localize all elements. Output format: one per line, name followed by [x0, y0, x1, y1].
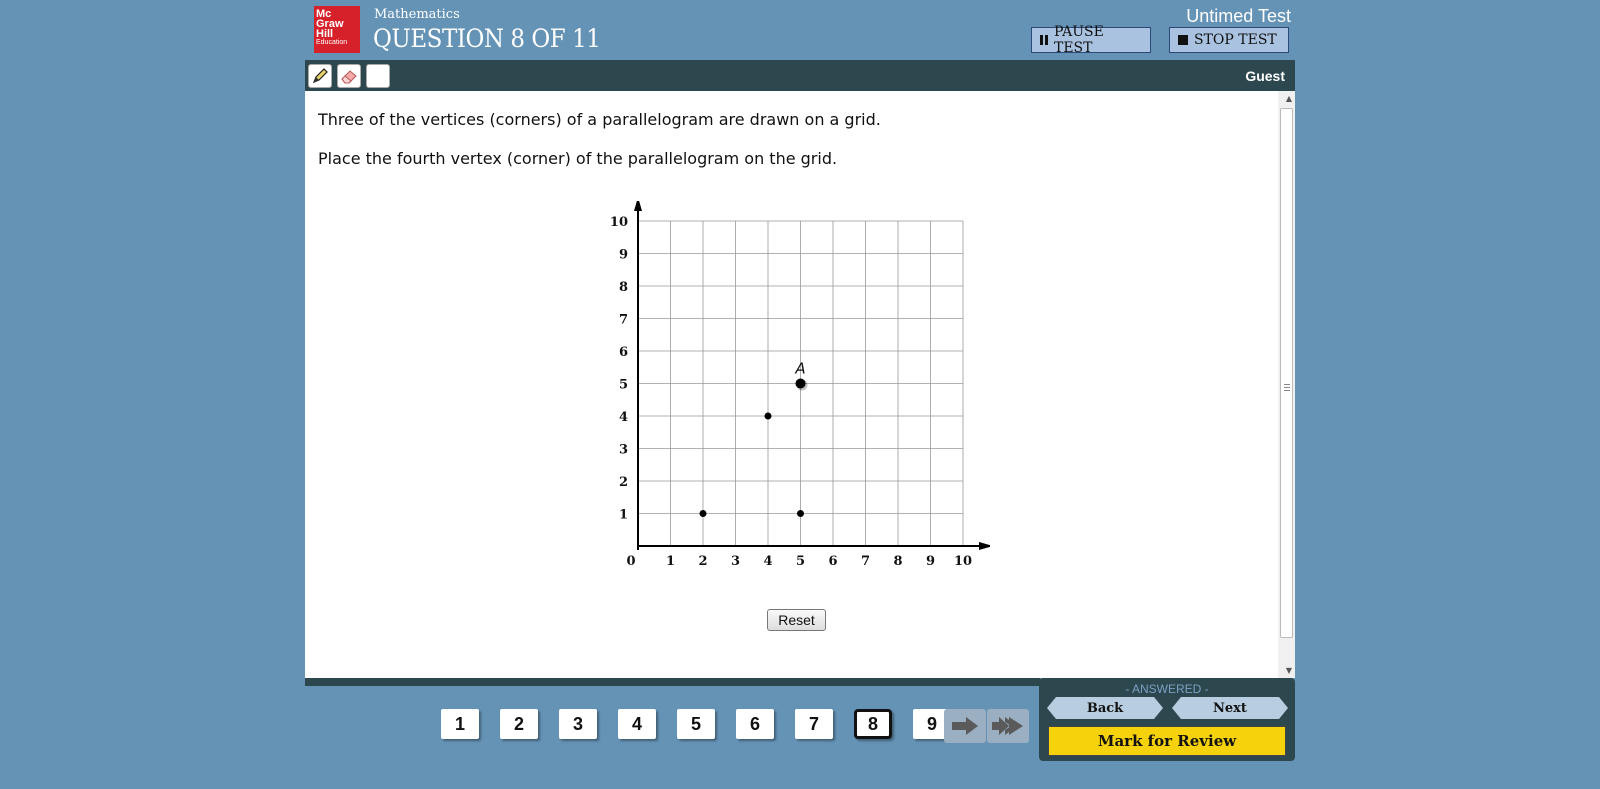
content-bottom-bar	[305, 678, 1040, 686]
double-arrow-right-icon	[992, 717, 1023, 735]
x-tick-label: 4	[763, 554, 772, 569]
pause-test-label: PAUSE TEST	[1054, 24, 1104, 56]
y-tick-label: 2	[619, 475, 628, 490]
x-axis-arrow-icon	[979, 542, 990, 550]
question-title: QUESTION 8 OF 11	[373, 24, 601, 53]
question-nav-5[interactable]: 5	[677, 709, 715, 739]
y-tick-label: 10	[610, 215, 628, 230]
next-button[interactable]: Next	[1172, 697, 1288, 719]
logo-line-4: Education	[316, 39, 348, 46]
eraser-tool-button[interactable]	[337, 64, 361, 88]
y-tick-label: 1	[619, 508, 628, 523]
mark-for-review-button[interactable]: Mark for Review	[1048, 726, 1286, 756]
subject-label: Mathematics	[374, 7, 460, 22]
x-tick-label: 3	[731, 554, 740, 569]
back-button[interactable]: Back	[1047, 697, 1163, 719]
scroll-up-icon[interactable]: ▲	[1286, 94, 1292, 103]
question-nav-2[interactable]: 2	[500, 709, 538, 739]
last-page-arrow-button[interactable]	[987, 709, 1029, 743]
x-tick-label: 8	[893, 554, 902, 569]
timer-text: Untimed Test	[1186, 6, 1291, 26]
x-tick-label: 9	[926, 554, 935, 569]
stop-test-button[interactable]: STOP TEST	[1169, 27, 1289, 53]
pencil-tool-button[interactable]	[308, 64, 332, 88]
y-tick-label: 3	[619, 443, 628, 458]
stop-test-label: STOP TEST	[1194, 32, 1277, 48]
y-tick-label: 8	[619, 280, 628, 295]
question-prompt-1: Three of the vertices (corners) of a par…	[318, 110, 881, 129]
logo-line-3: Hill	[316, 28, 334, 40]
x-tick-label: 5	[796, 554, 805, 569]
x-tick-label: 0	[626, 554, 635, 569]
x-tick-label: 6	[828, 554, 837, 569]
tool-bar: Guest	[305, 60, 1295, 91]
vertex-point	[764, 412, 772, 420]
reset-button[interactable]: Reset	[767, 609, 826, 631]
vertical-scrollbar[interactable]: ▲ ▼	[1278, 91, 1295, 678]
next-page-arrow-button[interactable]	[944, 709, 986, 743]
y-tick-label: 5	[619, 378, 628, 393]
point-label: A	[794, 360, 805, 378]
y-tick-label: 6	[619, 345, 628, 360]
x-tick-label: 2	[698, 554, 707, 569]
x-tick-label: 7	[861, 554, 870, 569]
question-content: Three of the vertices (corners) of a par…	[305, 91, 1295, 678]
question-nav-7[interactable]: 7	[795, 709, 833, 739]
x-tick-label: 1	[666, 554, 675, 569]
pause-icon	[1040, 35, 1048, 45]
y-tick-label: 7	[619, 313, 628, 328]
question-prompt-2: Place the fourth vertex (corner) of the …	[318, 149, 838, 168]
eraser-icon	[341, 70, 357, 84]
pencil-icon	[312, 68, 328, 84]
vertex-point	[699, 510, 707, 517]
x-tick-label: 10	[954, 554, 972, 569]
grip-icon	[1284, 384, 1290, 391]
arrow-right-icon	[952, 717, 978, 735]
pause-test-button[interactable]: PAUSE TEST	[1031, 24, 1151, 56]
question-nav-3[interactable]: 3	[559, 709, 597, 739]
coordinate-grid[interactable]: 0 1 2 3 4 5 6 7 8 9 10 1 2 3 4 5 6 7 8 9 10 A	[590, 201, 990, 571]
answer-panel: - ANSWERED - Back Next Mark for Review	[1039, 682, 1295, 761]
y-tick-label: 9	[619, 248, 628, 263]
user-name: Guest	[1245, 68, 1285, 84]
placed-vertex-point[interactable]	[795, 378, 806, 389]
answered-status: - ANSWERED -	[1125, 682, 1209, 696]
question-nav-8[interactable]: 8	[854, 709, 892, 739]
vertex-point	[797, 510, 804, 517]
question-nav-4[interactable]: 4	[618, 709, 656, 739]
scroll-thumb[interactable]	[1280, 108, 1293, 638]
mcgraw-hill-logo: Mc Graw Hill Education	[314, 6, 360, 53]
stop-icon	[1178, 35, 1188, 45]
y-tick-label: 4	[619, 410, 628, 425]
question-nav-6[interactable]: 6	[736, 709, 774, 739]
blank-tool-button[interactable]	[366, 64, 390, 88]
y-axis-arrow-icon	[634, 201, 642, 211]
question-nav-1[interactable]: 1	[441, 709, 479, 739]
scroll-down-icon[interactable]: ▼	[1286, 666, 1292, 675]
